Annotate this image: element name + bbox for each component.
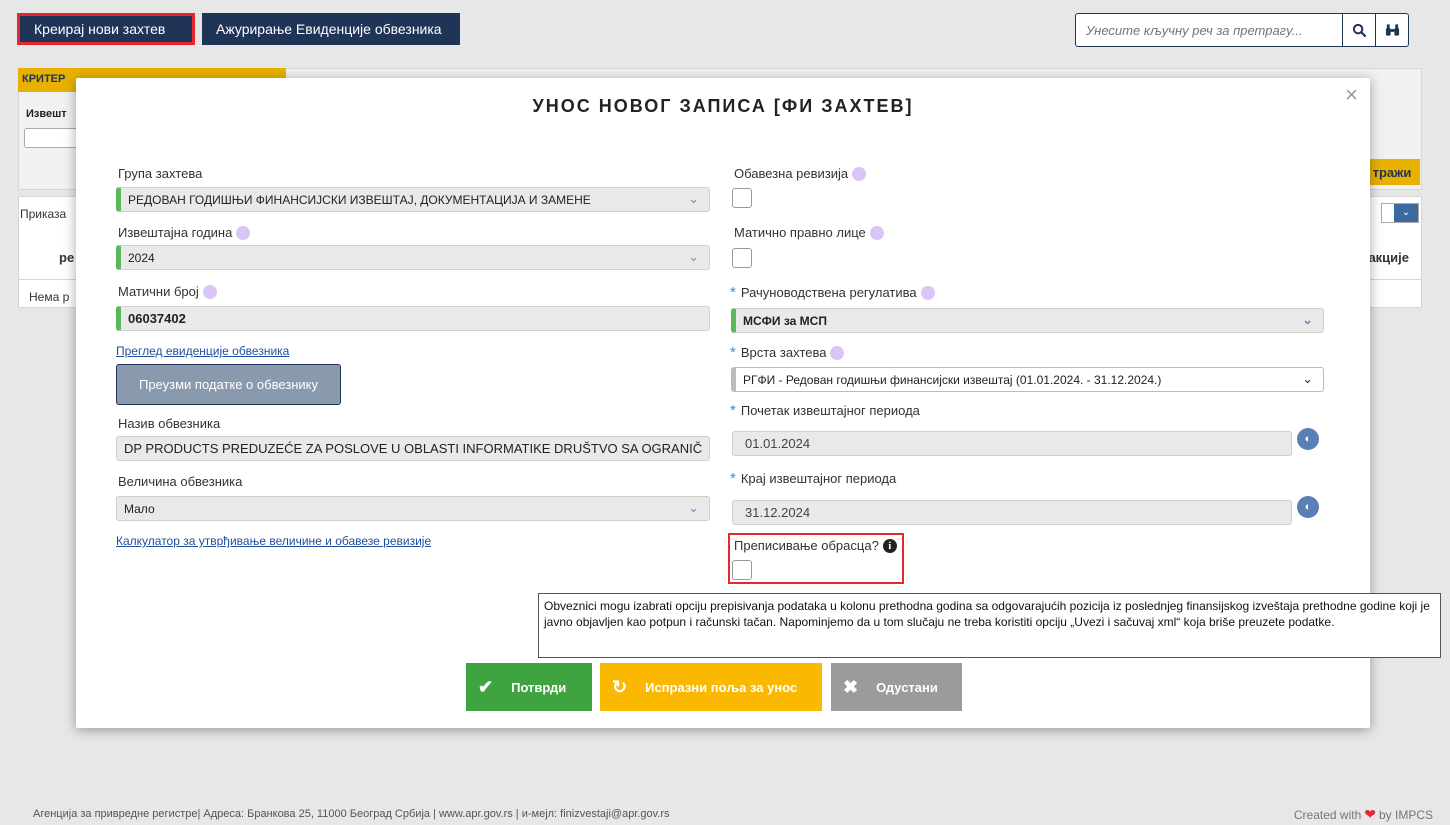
search-criteria-button[interactable]: тражи (1364, 159, 1420, 185)
size-value: Мало (124, 501, 155, 516)
audit-checkbox[interactable] (732, 188, 752, 208)
confirm-button[interactable]: ✔ Потврди (466, 663, 592, 711)
period-end-label: * Крај извештајног периода (730, 470, 897, 487)
top-bar: Креирај нови захтев Ажурирање Евиденције… (0, 0, 1450, 60)
group-select[interactable]: РЕДОВАН ГОДИШЊИ ФИНАНСИЈСКИ ИЗВЕШТАЈ, ДО… (116, 187, 710, 212)
refresh-icon: ↻ (612, 676, 628, 697)
created-with-text: Created with (1293, 807, 1362, 822)
chevron-down-icon: ⌄ (688, 500, 699, 515)
update-registry-button[interactable]: Ажурирање Евиденције обвезника (202, 13, 460, 45)
create-request-button[interactable]: Креирај нови захтев (17, 13, 195, 45)
chevron-down-icon: ⌄ (688, 191, 699, 206)
period-start-input[interactable]: 01.01.2024 (732, 431, 1292, 456)
clock-icon[interactable]: ◐ (1297, 496, 1319, 518)
name-label: Назив обвезника (118, 416, 221, 431)
size-label: Величина обвезника (118, 474, 243, 489)
chevron-down-icon: ⌄ (1394, 204, 1418, 222)
copy-form-tooltip: Obveznici mogu izabrati opciju prepisiva… (538, 593, 1441, 658)
show-label: Приказа (20, 207, 67, 221)
search-input[interactable] (1076, 14, 1342, 46)
year-value: 2024 (128, 250, 155, 265)
heart-icon: ❤ (1364, 806, 1376, 822)
period-end-input[interactable]: 31.12.2024 (732, 500, 1292, 525)
parent-entity-checkbox[interactable] (732, 248, 752, 268)
cancel-button[interactable]: ✖ Одустани (831, 663, 962, 711)
accounting-reg-label: * Рачуноводствена регулатива (730, 284, 935, 301)
request-type-label: * Врста захтева (730, 344, 845, 361)
request-type-select[interactable]: РГФИ - Редован годишњи финансијски извеш… (731, 367, 1324, 392)
created-by: Created with ❤ by IMPCS (1294, 806, 1433, 823)
binoculars-icon (1385, 24, 1399, 36)
reg-number-input[interactable]: 06037402 (116, 306, 710, 331)
advanced-search-button[interactable] (1375, 14, 1408, 46)
no-results-text: Нема р (29, 290, 70, 304)
check-icon: ✔ (478, 676, 494, 697)
info-icon[interactable] (852, 166, 867, 181)
page-footer: Агенција за привредне регистре| Адреса: … (33, 808, 670, 820)
size-select[interactable]: Мало ⌄ (116, 496, 710, 521)
info-icon[interactable] (202, 284, 217, 299)
info-icon[interactable] (869, 225, 884, 240)
close-icon[interactable]: × (1345, 82, 1358, 108)
impcs-text: by IMPCS (1378, 807, 1433, 822)
criteria-input[interactable] (24, 128, 84, 148)
info-icon[interactable] (920, 285, 935, 300)
year-label: Извештајна година (118, 225, 251, 240)
chevron-down-icon: ⌄ (1302, 312, 1313, 327)
close-icon: ✖ (843, 676, 859, 697)
search-icon (1352, 23, 1366, 37)
audit-label: Обавезна ревизија (734, 166, 867, 181)
calculator-link[interactable]: Калкулатор за утврђивање величине и обав… (116, 534, 431, 548)
highlight-box (728, 533, 904, 584)
clear-fields-button[interactable]: ↻ Испразни поља за унос (600, 663, 822, 711)
actions-column-header: акције (1368, 250, 1409, 265)
fetch-data-button[interactable]: Преузми податке о обвезнику (116, 364, 341, 405)
accounting-reg-select[interactable]: МСФИ за МСП ⌄ (731, 308, 1324, 333)
name-input[interactable]: DP PRODUCTS PREDUZEĆE ZA POSLOVE U OBLAS… (116, 436, 710, 461)
group-value: РЕДОВАН ГОДИШЊИ ФИНАНСИЈСКИ ИЗВЕШТАЈ, ДО… (128, 192, 591, 207)
clock-icon[interactable]: ◐ (1297, 428, 1319, 450)
registry-link[interactable]: Преглед евиденције обвезника (116, 344, 289, 358)
criteria-label: Извешт (26, 108, 67, 120)
period-start-label: * Почетак извештајног периода (730, 402, 920, 419)
page-size-select[interactable]: ⌄ (1381, 203, 1419, 223)
info-icon[interactable] (236, 225, 251, 240)
column-header: ре (59, 250, 75, 265)
chevron-down-icon: ⌄ (688, 249, 699, 264)
year-select[interactable]: 2024 ⌄ (116, 245, 710, 270)
search-button[interactable] (1342, 14, 1375, 46)
parent-entity-label: Матично правно лице (734, 225, 884, 240)
search-box (1075, 13, 1409, 47)
accounting-reg-value: МСФИ за МСП (743, 313, 827, 328)
info-icon[interactable] (830, 345, 845, 360)
group-label: Група захтева (118, 166, 203, 181)
chevron-down-icon: ⌄ (1302, 371, 1313, 386)
request-type-value: РГФИ - Редован годишњи финансијски извеш… (743, 372, 1162, 387)
reg-number-label: Матични број (118, 284, 217, 299)
modal-title: УНОС НОВОГ ЗАПИСА [ФИ ЗАХТЕВ] (532, 96, 914, 116)
